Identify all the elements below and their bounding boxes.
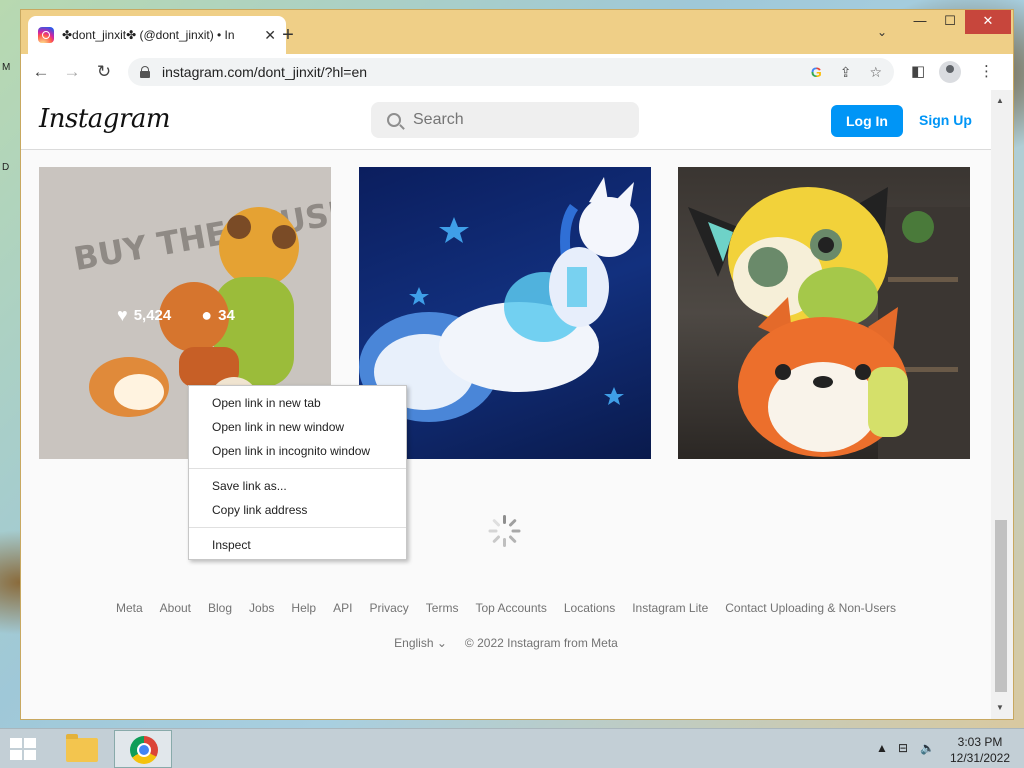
desktop-icon-label[interactable]: M — [2, 62, 10, 73]
volume-icon[interactable]: 🔈 — [920, 741, 935, 755]
post-thumbnail[interactable] — [678, 167, 970, 459]
footer-link-locations[interactable]: Locations — [564, 601, 615, 615]
network-icon[interactable]: ⊟ — [898, 741, 908, 755]
clock[interactable]: 3:03 PM 12/31/2022 — [944, 734, 1016, 766]
tab-close-icon[interactable]: ✕ — [264, 27, 276, 44]
menu-divider — [189, 527, 406, 528]
title-bar: ✤dont_jinxit✤ (@dont_jinxit) • In ✕ + ⌄ … — [21, 10, 1013, 54]
loading-spinner-icon — [488, 515, 521, 547]
footer-link-contact-uploading[interactable]: Contact Uploading & Non-Users — [725, 601, 896, 615]
scroll-up-arrow-icon[interactable]: ▲ — [996, 96, 1004, 105]
tray-expand-icon[interactable]: ▲ — [876, 741, 888, 755]
login-button[interactable]: Log In — [831, 105, 903, 137]
search-icon — [387, 113, 401, 127]
instagram-favicon-icon — [38, 27, 54, 43]
footer-link-instagram-lite[interactable]: Instagram Lite — [632, 601, 708, 615]
tab-title: ✤dont_jinxit✤ (@dont_jinxit) • In — [62, 28, 235, 42]
heart-icon: ♥ — [117, 305, 128, 325]
footer-link-blog[interactable]: Blog — [208, 601, 232, 615]
lock-icon[interactable] — [140, 66, 150, 78]
footer-link-api[interactable]: API — [333, 601, 352, 615]
address-bar[interactable]: instagram.com/dont_jinxit/?hl=en G ⇪ ☆ — [128, 58, 894, 86]
taskbar: ▲ ⊟ 🔈 3:03 PM 12/31/2022 — [0, 728, 1024, 768]
forward-button[interactable]: → — [60, 60, 84, 84]
menu-item-save-link[interactable]: Save link as... — [189, 474, 406, 498]
close-window-button[interactable]: ✕ — [965, 10, 1011, 34]
footer-link-jobs[interactable]: Jobs — [249, 601, 274, 615]
browser-tab[interactable]: ✤dont_jinxit✤ (@dont_jinxit) • In ✕ — [28, 16, 286, 54]
scroll-thumb[interactable] — [995, 520, 1007, 692]
language-label: English — [394, 636, 434, 650]
profile-avatar-icon[interactable] — [939, 61, 961, 83]
post-hover-stats: ♥ 5,424 ● 34 — [117, 305, 235, 326]
instagram-logo[interactable]: Instagram — [39, 104, 171, 134]
browser-window: ✤dont_jinxit✤ (@dont_jinxit) • In ✕ + ⌄ … — [20, 9, 1014, 720]
chrome-taskbar-button[interactable] — [114, 730, 172, 768]
page-viewport: Instagram Log In Sign Up BUY THE PLUSHIE… — [21, 90, 1013, 719]
menu-item-open-new-tab[interactable]: Open link in new tab — [189, 391, 406, 415]
comment-icon: ● — [201, 305, 213, 325]
menu-dots-icon[interactable]: ⋮ — [979, 62, 994, 80]
new-tab-button[interactable]: + — [277, 24, 299, 47]
menu-item-open-incognito[interactable]: Open link in incognito window — [189, 439, 406, 463]
browser-toolbar: ← → ↻ instagram.com/dont_jinxit/?hl=en G… — [21, 54, 1013, 90]
footer-bottom: English ⌄ © 2022 Instagram from Meta — [21, 636, 991, 650]
bookmark-star-icon[interactable]: ☆ — [869, 64, 882, 81]
footer-links: Meta About Blog Jobs Help API Privacy Te… — [21, 601, 991, 615]
comments-count: 34 — [218, 307, 235, 324]
maximize-button[interactable]: ☐ — [935, 10, 965, 34]
minimize-button[interactable]: — — [905, 10, 935, 34]
clock-time: 3:03 PM — [957, 735, 1003, 749]
scroll-down-arrow-icon[interactable]: ▼ — [996, 703, 1004, 712]
instagram-header: Instagram Log In Sign Up — [21, 90, 991, 150]
copyright: © 2022 Instagram from Meta — [464, 636, 618, 650]
reload-button[interactable]: ↻ — [92, 60, 116, 84]
windows-start-icon[interactable] — [10, 738, 38, 760]
folder-icon — [66, 734, 98, 762]
menu-divider — [189, 468, 406, 469]
footer-link-meta[interactable]: Meta — [116, 601, 143, 615]
signup-link[interactable]: Sign Up — [919, 112, 972, 128]
back-button[interactable]: ← — [29, 60, 53, 84]
footer-link-privacy[interactable]: Privacy — [369, 601, 408, 615]
vertical-scrollbar[interactable]: ▲ ▼ — [991, 90, 1013, 719]
context-menu: Open link in new tab Open link in new wi… — [188, 385, 407, 560]
side-panel-icon[interactable]: ◧ — [911, 62, 925, 80]
chrome-icon — [130, 736, 158, 764]
url-text[interactable]: instagram.com/dont_jinxit/?hl=en — [162, 64, 367, 80]
menu-item-inspect[interactable]: Inspect — [189, 533, 406, 557]
tab-search-button[interactable]: ⌄ — [877, 25, 887, 39]
share-icon[interactable]: ⇪ — [840, 64, 852, 81]
menu-item-open-new-window[interactable]: Open link in new window — [189, 415, 406, 439]
search-input[interactable] — [413, 111, 613, 129]
file-explorer-button[interactable] — [52, 730, 110, 768]
post-image-fursuit — [688, 187, 970, 459]
search-box[interactable] — [371, 102, 639, 138]
footer-link-about[interactable]: About — [160, 601, 191, 615]
clock-date: 12/31/2022 — [949, 751, 1011, 765]
likes-count: 5,424 — [133, 307, 172, 324]
menu-item-copy-link[interactable]: Copy link address — [189, 498, 406, 522]
desktop-icon-label[interactable]: D — [2, 162, 9, 173]
footer-link-help[interactable]: Help — [291, 601, 316, 615]
footer-link-terms[interactable]: Terms — [426, 601, 459, 615]
google-lens-icon[interactable]: G — [811, 64, 822, 80]
chevron-down-icon: ⌄ — [436, 636, 447, 650]
footer-link-top-accounts[interactable]: Top Accounts — [475, 601, 546, 615]
language-select[interactable]: English ⌄ — [394, 636, 447, 650]
